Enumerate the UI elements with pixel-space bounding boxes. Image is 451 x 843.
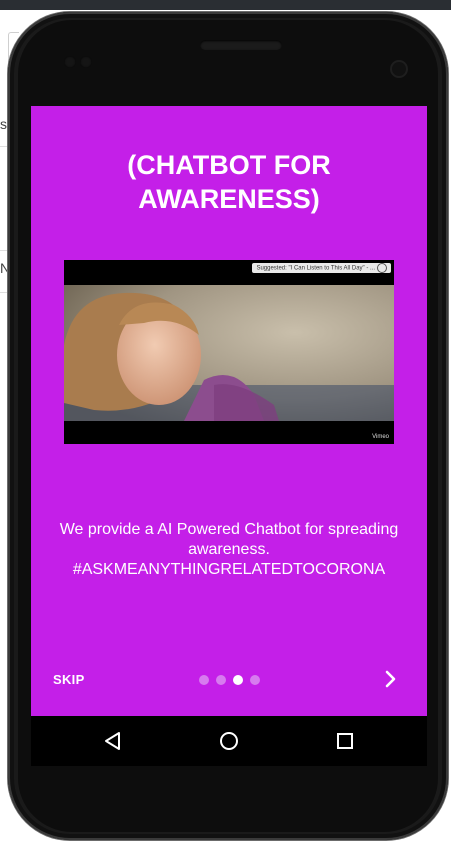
background-text-fragment: s bbox=[0, 116, 7, 132]
next-button[interactable] bbox=[381, 669, 401, 689]
page-dot-active[interactable] bbox=[233, 675, 243, 685]
pager-controls: SKIP bbox=[31, 666, 427, 694]
system-nav-bar bbox=[31, 716, 427, 766]
home-button[interactable] bbox=[219, 731, 239, 751]
earpiece-speaker bbox=[200, 40, 282, 50]
home-circle-icon bbox=[220, 732, 238, 750]
video-suggestion-text: Suggested: "I Can Listen to This All Day… bbox=[256, 265, 375, 272]
front-camera bbox=[392, 62, 406, 76]
video-frame-illustration bbox=[64, 285, 394, 421]
page-dot[interactable] bbox=[250, 675, 260, 685]
proximity-sensor bbox=[64, 56, 76, 68]
skip-button[interactable]: SKIP bbox=[53, 672, 85, 687]
onboarding-screen: (CHATBOT FOR AWARENESS) Suggested: "I Ca… bbox=[31, 106, 427, 716]
chevron-right-icon bbox=[385, 670, 396, 688]
page-dot[interactable] bbox=[216, 675, 226, 685]
description-text: We provide a AI Powered Chatbot for spre… bbox=[59, 521, 399, 578]
recents-button[interactable] bbox=[335, 731, 355, 751]
desktop-top-bar bbox=[0, 0, 451, 10]
recents-square-icon bbox=[337, 733, 353, 749]
back-triangle-icon bbox=[105, 732, 120, 750]
page-indicator bbox=[199, 675, 260, 685]
light-sensor bbox=[80, 56, 92, 68]
video-player[interactable]: Suggested: "I Can Listen to This All Day… bbox=[64, 260, 394, 444]
video-logo: Vimeo bbox=[372, 434, 389, 440]
page-dot[interactable] bbox=[199, 675, 209, 685]
video-thumbnail bbox=[64, 285, 394, 421]
page-title: (CHATBOT FOR AWARENESS) bbox=[127, 150, 331, 214]
video-suggestion-banner[interactable]: Suggested: "I Can Listen to This All Day… bbox=[252, 263, 391, 273]
close-icon[interactable] bbox=[377, 263, 387, 273]
back-button[interactable] bbox=[103, 731, 123, 751]
